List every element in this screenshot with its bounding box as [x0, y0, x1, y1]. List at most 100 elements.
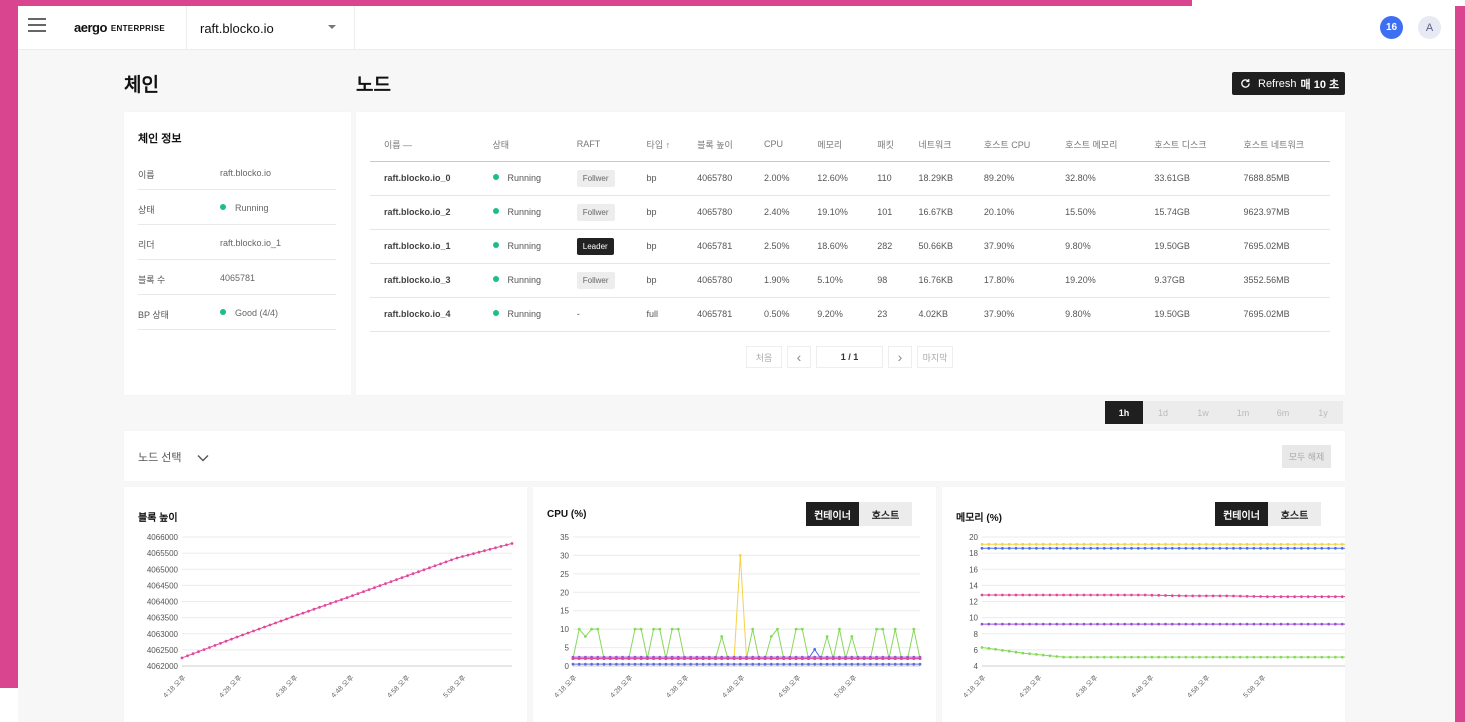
y-tick-label: 4065000: [147, 565, 179, 574]
col-cpu[interactable]: CPU: [750, 128, 804, 162]
notification-badge[interactable]: 16: [1380, 16, 1403, 39]
data-point: [1048, 542, 1052, 546]
x-tick-label: 5:08 오후: [1242, 673, 1268, 699]
col-network[interactable]: 네트워크: [904, 128, 970, 162]
data-point: [720, 662, 724, 666]
y-tick-label: 20: [560, 588, 569, 597]
table-row[interactable]: raft.blocko.io_1 Running Leader bp 4065781 2.…: [370, 229, 1330, 264]
col-raft[interactable]: RAFT: [562, 128, 633, 162]
table-row[interactable]: raft.blocko.io_0 Running Follwer bp 4065780 2…: [370, 161, 1330, 196]
y-tick-label: 25: [560, 570, 569, 579]
node-select-bar: 노드 선택 모두 해제: [124, 431, 1345, 481]
raft-role-badge: Leader: [576, 237, 614, 255]
col-host-cpu[interactable]: 호스트 CPU: [969, 128, 1052, 162]
range-1y[interactable]: 1y: [1303, 401, 1343, 424]
pager-prev-button[interactable]: ‹: [787, 346, 811, 368]
data-point: [1082, 542, 1086, 546]
data-point: [1048, 546, 1052, 550]
data-point: [1001, 546, 1004, 550]
data-point: [373, 586, 376, 589]
y-tick-label: 4: [974, 662, 979, 671]
col-block-height[interactable]: 블록 높이: [683, 128, 751, 162]
data-point: [1150, 655, 1154, 659]
data-point: [1266, 655, 1269, 659]
good-status-dot: [220, 309, 226, 315]
table-cell: 37.90%: [969, 297, 1052, 332]
data-point: [658, 627, 662, 631]
data-point: [1218, 622, 1222, 626]
range-1h[interactable]: 1h: [1105, 401, 1143, 424]
data-point: [1102, 593, 1106, 597]
data-point: [1157, 546, 1161, 550]
data-point: [763, 657, 767, 660]
data-point: [477, 550, 481, 554]
data-point: [1232, 655, 1235, 659]
pager-first-button[interactable]: 처음: [746, 346, 782, 368]
data-point: [1157, 593, 1161, 597]
clear-all-button[interactable]: 모두 해제: [1282, 445, 1331, 468]
col-host-network[interactable]: 호스트 네트워크: [1229, 128, 1330, 162]
node-select-dropdown[interactable]: 노드 선택: [138, 449, 209, 465]
data-point: [411, 572, 415, 576]
data-point: [893, 662, 897, 666]
data-point: [1170, 546, 1174, 550]
data-point: [980, 622, 984, 626]
table-row[interactable]: raft.blocko.io_3 Running Follwer bp 4065780 1…: [370, 263, 1330, 298]
data-point: [994, 546, 997, 550]
running-status-dot: [492, 276, 499, 282]
pager-last-button[interactable]: 마지막: [917, 346, 953, 368]
data-point: [1062, 593, 1065, 597]
col-type[interactable]: 타입 ↑: [632, 128, 684, 162]
range-1d[interactable]: 1d: [1143, 401, 1183, 424]
table-row[interactable]: raft.blocko.io_2 Running Follwer bp 4065780 2…: [370, 195, 1330, 230]
data-point: [1293, 546, 1296, 550]
data-point: [676, 627, 680, 631]
col-host-disk[interactable]: 호스트 디스크: [1140, 128, 1230, 162]
series-line: [181, 542, 513, 659]
data-point: [1334, 542, 1337, 546]
range-1w[interactable]: 1w: [1183, 401, 1223, 424]
data-point: [1211, 546, 1215, 550]
data-point: [186, 654, 189, 658]
col-packet[interactable]: 패킷: [863, 128, 905, 162]
range-1m[interactable]: 1m: [1223, 401, 1263, 424]
hamburger-menu-icon[interactable]: [28, 18, 46, 32]
table-cell: 15.50%: [1051, 195, 1141, 230]
data-point: [652, 657, 655, 660]
data-point: [1123, 546, 1127, 550]
col-name[interactable]: 이름 —: [370, 128, 479, 162]
col-memory[interactable]: 메모리: [803, 128, 864, 162]
y-tick-label: 8: [974, 630, 979, 639]
data-point: [1306, 622, 1310, 626]
pager-next-button[interactable]: ›: [888, 346, 912, 368]
range-6m[interactable]: 6m: [1263, 401, 1303, 424]
table-cell: 2.00%: [750, 161, 804, 196]
data-point: [844, 662, 847, 666]
data-point: [362, 590, 365, 593]
data-point: [1007, 622, 1011, 626]
table-cell: 15.74GB: [1140, 195, 1230, 230]
refresh-button[interactable]: Refresh 매 10 초: [1232, 72, 1345, 95]
data-point: [224, 639, 228, 643]
data-point: [751, 657, 755, 660]
data-point: [1259, 546, 1262, 550]
data-point: [776, 627, 779, 631]
chain-selector[interactable]: raft.blocko.io: [186, 6, 355, 50]
table-row[interactable]: raft.blocko.io_4 Running - full 4065781 0.50%…: [370, 297, 1330, 332]
chevron-down-icon: [197, 455, 209, 462]
y-tick-label: 6: [974, 646, 979, 655]
data-point: [881, 662, 885, 666]
data-point: [230, 637, 233, 641]
data-point: [658, 662, 662, 666]
data-point: [906, 662, 909, 666]
data-point: [1007, 546, 1011, 550]
data-point: [1306, 542, 1310, 546]
data-point: [1021, 651, 1025, 655]
chain-selector-label: raft.blocko.io: [200, 20, 274, 36]
col-host-memory[interactable]: 호스트 메모리: [1051, 128, 1141, 162]
data-point: [1075, 655, 1079, 659]
data-point: [1075, 546, 1079, 550]
data-point: [652, 662, 655, 666]
col-status[interactable]: 상태: [478, 128, 563, 162]
avatar[interactable]: A: [1418, 16, 1441, 39]
